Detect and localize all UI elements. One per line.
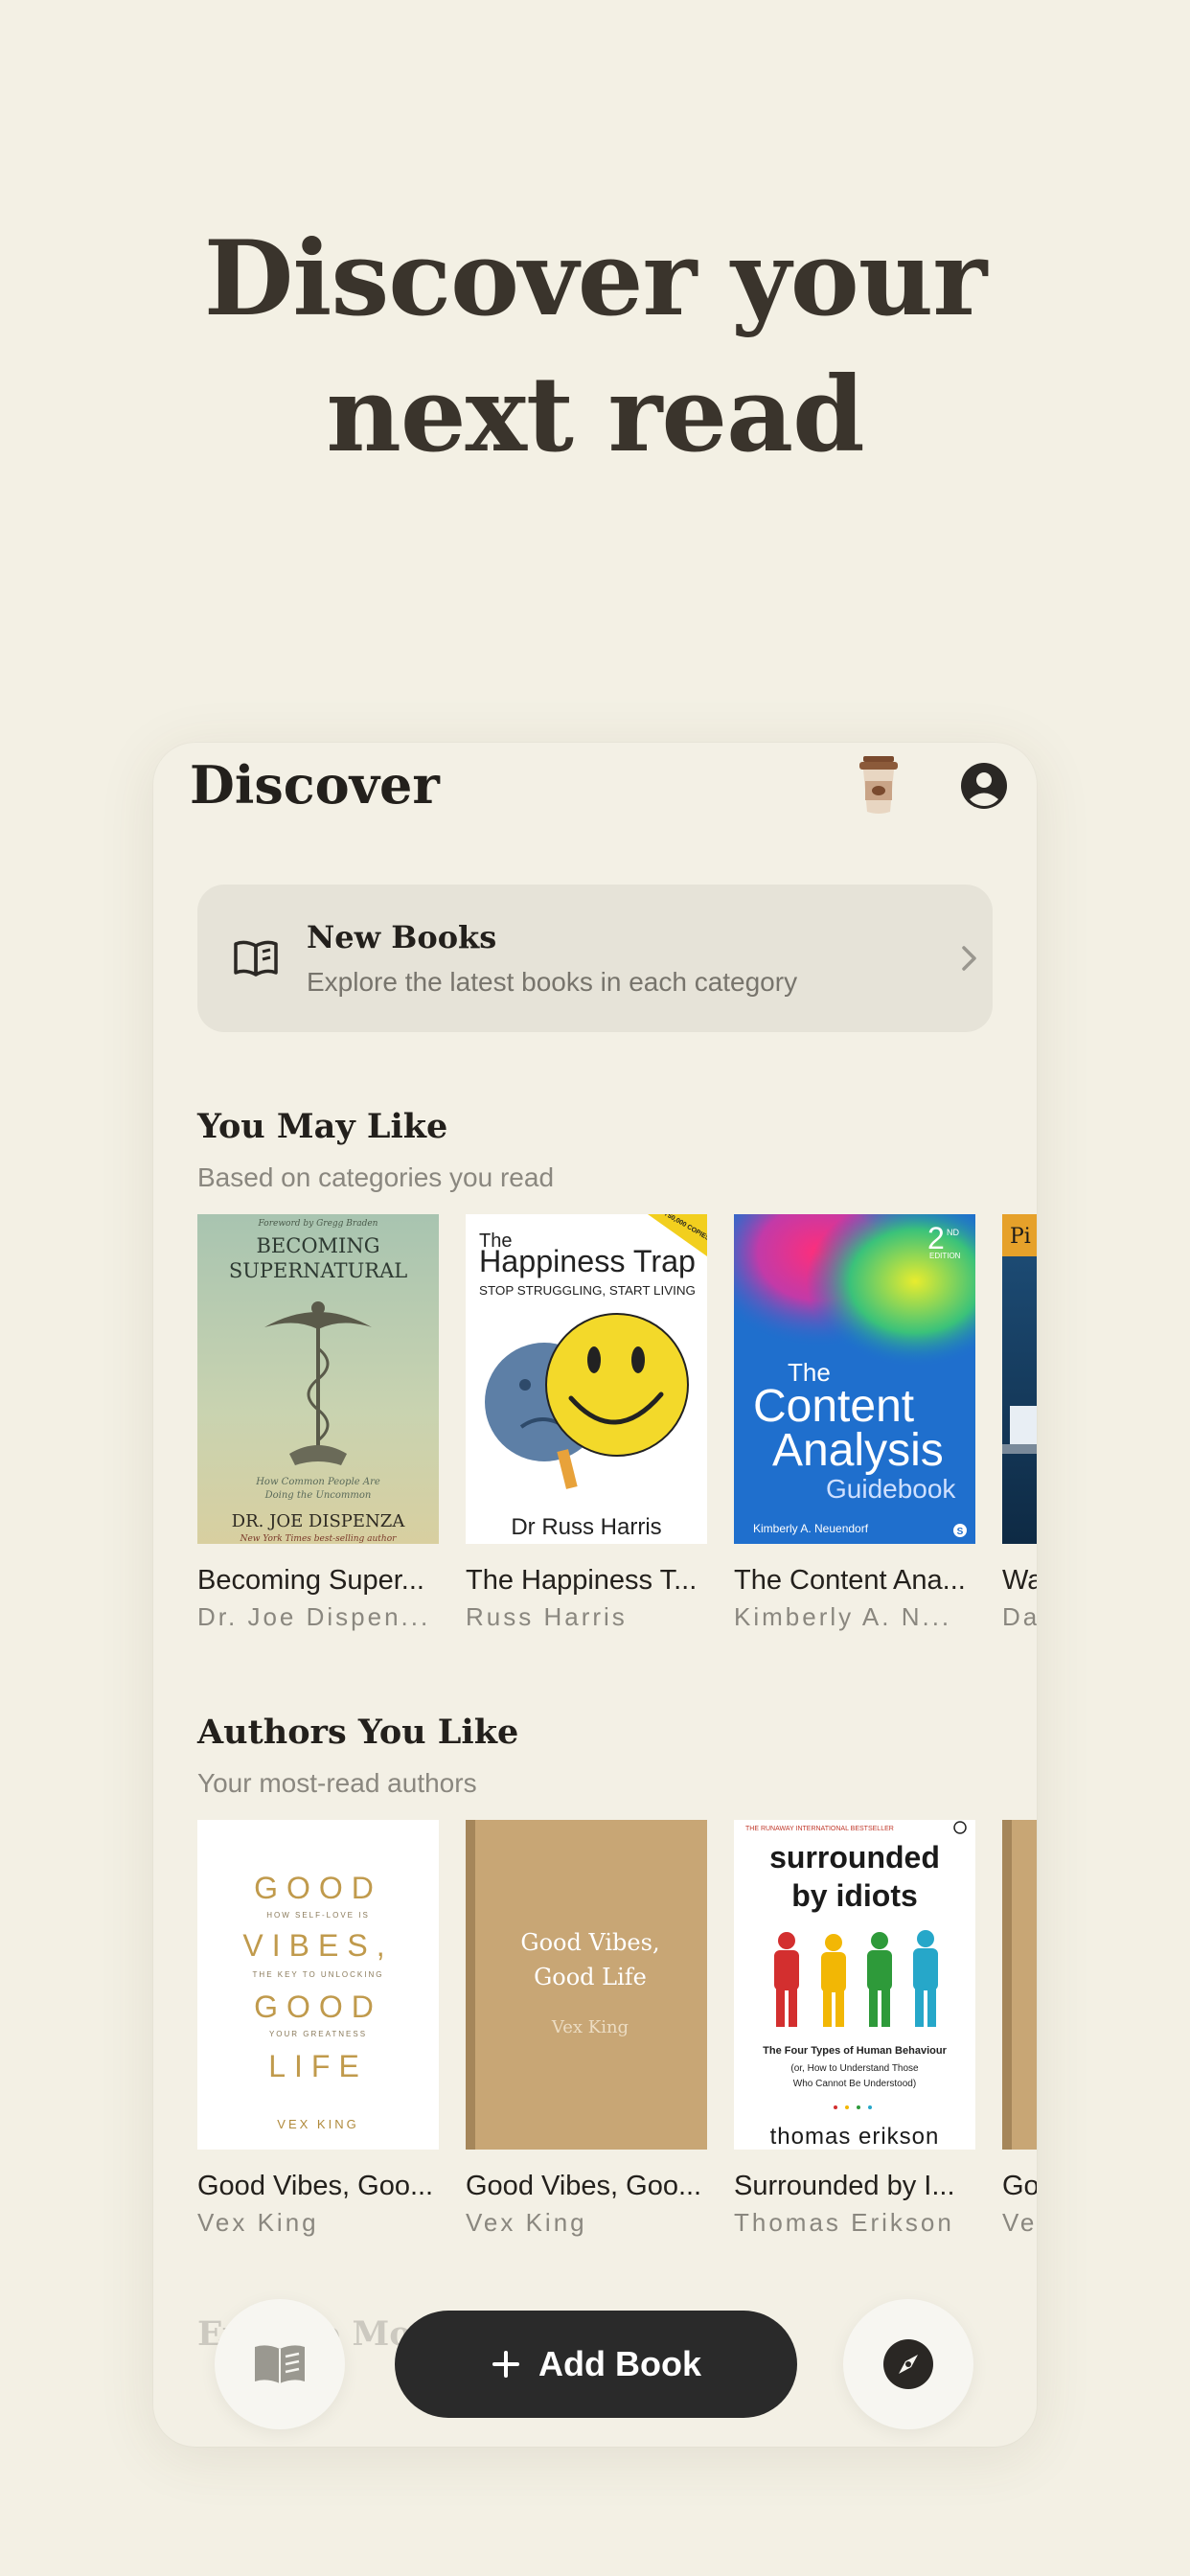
cover-text: VIBES, <box>242 1928 393 1963</box>
hero-headline: Discover your next read <box>0 211 1190 483</box>
cover-text: THE KEY TO UNLOCKING <box>253 1970 384 1979</box>
hero-headline-line1: Discover your <box>203 218 987 339</box>
open-book-icon <box>234 940 278 977</box>
section-subtitle-you-may-like: Based on categories you read <box>197 1162 555 1192</box>
cover-text: How Common People Are <box>255 1477 380 1487</box>
book-card[interactable]: 2 ND EDITION The Content Analysis Guideb… <box>734 1214 975 1632</box>
new-books-subtitle: Explore the latest books in each categor… <box>307 967 798 997</box>
book-author: Vex King <box>197 2208 319 2237</box>
book-author: Vex King <box>466 2208 587 2237</box>
book-card[interactable]: Foreword by Gregg Braden BECOMING SUPERN… <box>197 1214 439 1632</box>
cover-text: Foreword by Gregg Braden <box>258 1219 378 1229</box>
cover-text: Happiness Trap <box>479 1244 696 1278</box>
cover-text: S <box>957 1527 964 1537</box>
cover-text: Doing the Uncommon <box>264 1490 372 1501</box>
book-card[interactable]: Good Vibes, Good Life Vex King Good Vibe… <box>466 1820 707 2238</box>
cover-text: (or, How to Understand Those <box>790 2063 919 2074</box>
book-icon <box>255 2345 305 2383</box>
cover-text: STOP STRUGGLING, START LIVING <box>479 1283 696 1298</box>
cover-text: Analysis <box>772 1425 944 1476</box>
cover-text: The Four Types of Human Behaviour <box>763 2045 947 2057</box>
cover-text: Who Cannot Be Understood) <box>793 2079 916 2089</box>
book-cover: GOOD HOW SELF-LOVE IS VIBES, THE KEY TO … <box>197 1820 439 2150</box>
book-cover: Foreword by Gregg Braden BECOMING SUPERN… <box>197 1214 439 1544</box>
add-book-label: Add Book <box>538 2344 701 2383</box>
book-author: Kimberly A. N... <box>734 1602 952 1631</box>
coffee-cup-icon[interactable] <box>858 756 900 816</box>
profile-icon[interactable] <box>960 762 1008 810</box>
cover-text: Good Life <box>534 1964 647 1990</box>
cover-text: YOUR GREATNESS <box>269 2030 367 2038</box>
authors-you-like-carousel[interactable]: GOOD HOW SELF-LOVE IS VIBES, THE KEY TO … <box>197 1820 1037 2261</box>
book-cover: THE RUNAWAY INTERNATIONAL BESTSELLER sur… <box>734 1820 975 2150</box>
cover-text: HOW SELF-LOVE IS <box>266 1911 370 1920</box>
book-title: Good Vibes, Goo... <box>466 2171 702 2201</box>
cover-text: BECOMING <box>257 1234 380 1257</box>
new-books-card[interactable]: New Books Explore the latest books in ea… <box>197 885 993 1032</box>
cover-text: VEX KING <box>277 2117 358 2131</box>
book-title: Good Vibes, Goo... <box>197 2171 434 2201</box>
book-card[interactable]: GOOD HOW SELF-LOVE IS VIBES, THE KEY TO … <box>197 1820 439 2238</box>
book-author: Ve <box>1002 2208 1037 2237</box>
book-title: The Happiness T... <box>466 1565 698 1596</box>
book-cover: Pi <box>1002 1214 1037 1544</box>
cover-text: Guidebook <box>826 1474 956 1504</box>
library-button[interactable] <box>215 2299 345 2429</box>
cover-text: SUPERNATURAL <box>229 1259 407 1282</box>
you-may-like-carousel[interactable]: Foreword by Gregg Braden BECOMING SUPERN… <box>197 1214 1037 1655</box>
hero-headline-line2: next read <box>326 355 864 475</box>
new-books-title: New Books <box>307 919 497 955</box>
cover-text: DR. JOE DISPENZA <box>232 1511 406 1531</box>
cover-text: Dr Russ Harris <box>511 1514 661 1540</box>
book-cover: Good Vibes, Good Life Vex King <box>466 1820 707 2150</box>
cover-text: GOOD <box>254 1990 382 2024</box>
cover-text: ND <box>947 1228 959 1237</box>
section-title-authors-you-like: Authors You Like <box>197 1713 519 1752</box>
book-card[interactable]: Pi Wa Da <box>1002 1214 1037 1632</box>
book-cover: OVER 750,000 COPIES SOLD The Happiness T… <box>466 1214 707 1544</box>
page-title: Discover <box>190 754 440 816</box>
cover-text: THE RUNAWAY INTERNATIONAL BESTSELLER <box>745 1826 894 1832</box>
app-screen: Discover New Books Explore the latest bo… <box>153 743 1037 2447</box>
cover-text: GOOD <box>254 1871 382 1905</box>
cover-text: thomas erikson <box>770 2124 940 2150</box>
cover-text: by idiots <box>791 1878 918 1913</box>
cover-text: New York Times best-selling author <box>240 1534 398 1544</box>
section-subtitle-authors-you-like: Your most-read authors <box>197 1768 477 1798</box>
book-author: Dr. Joe Dispen... <box>197 1602 431 1631</box>
cover-text: Pi <box>1010 1225 1031 1249</box>
cover-text: EDITION <box>929 1252 961 1260</box>
chevron-right-icon <box>962 946 976 971</box>
cover-text: Kimberly A. Neuendorf <box>753 1522 869 1535</box>
compass-icon <box>883 2339 933 2389</box>
book-title: Go <box>1002 2171 1037 2201</box>
book-title: Becoming Super... <box>197 1565 424 1596</box>
book-title: Surrounded by I... <box>734 2171 955 2201</box>
book-title: Wa <box>1002 1565 1037 1596</box>
add-book-button[interactable]: Add Book <box>395 2311 797 2418</box>
cover-text: Good Vibes, <box>520 1929 659 1956</box>
book-card[interactable]: OVER 750,000 COPIES SOLD The Happiness T… <box>466 1214 707 1632</box>
cover-text: Vex King <box>551 2017 629 2037</box>
cover-text: LIFE <box>268 2049 368 2083</box>
book-author: Thomas Erikson <box>734 2208 954 2237</box>
book-cover <box>1002 1820 1037 2150</box>
book-card[interactable]: THE RUNAWAY INTERNATIONAL BESTSELLER sur… <box>734 1820 975 2238</box>
plus-icon <box>492 2351 519 2378</box>
explore-button[interactable] <box>843 2299 973 2429</box>
book-author: Da <box>1002 1602 1037 1631</box>
book-cover: 2 ND EDITION The Content Analysis Guideb… <box>734 1214 975 1544</box>
book-author: Russ Harris <box>466 1602 628 1631</box>
book-title: The Content Ana... <box>734 1565 966 1596</box>
book-card[interactable]: Go Ve <box>1002 1820 1037 2238</box>
cover-text: 2 <box>927 1221 945 1255</box>
section-title-you-may-like: You May Like <box>197 1107 448 1146</box>
cover-text: surrounded <box>769 1840 940 1874</box>
